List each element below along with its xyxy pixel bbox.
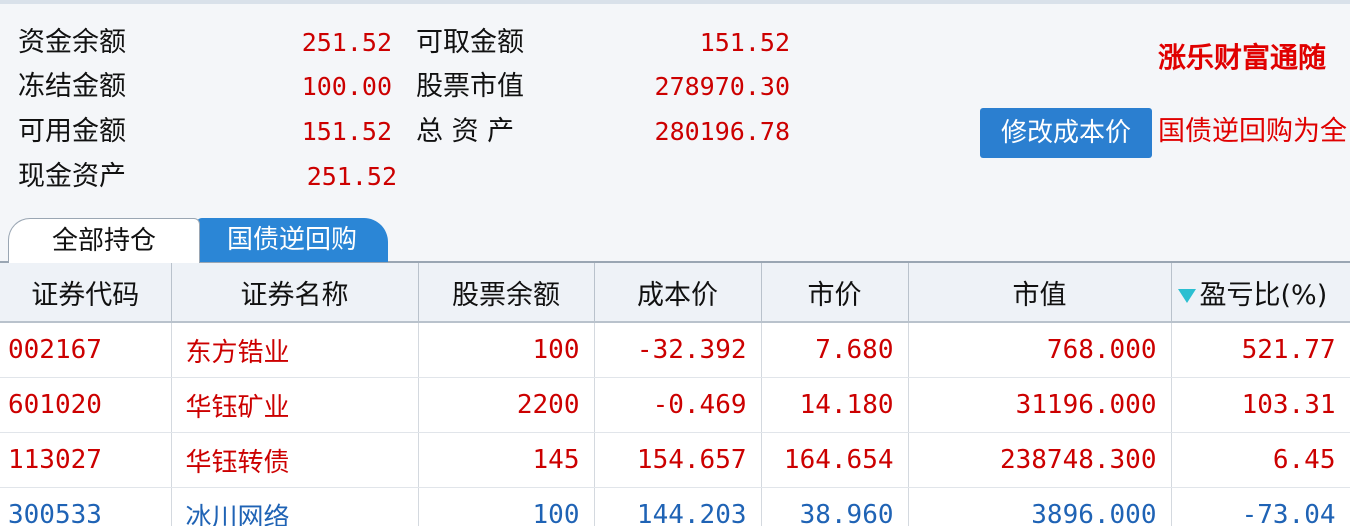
cell-pl-ratio: -73.04 bbox=[1171, 487, 1350, 526]
cell-name: 东方锆业 bbox=[171, 322, 419, 378]
available-label: 可用金额 bbox=[18, 116, 126, 147]
stock-value-label: 股票市值 bbox=[416, 71, 524, 102]
withdrawable-value: 151.52 bbox=[699, 28, 790, 57]
cell-name: 冰川网络 bbox=[171, 487, 419, 526]
modify-cost-button[interactable]: 修改成本价 bbox=[980, 108, 1152, 158]
cell-qty: 100 bbox=[418, 322, 595, 378]
available-value: 151.52 bbox=[301, 117, 392, 146]
cell-cost: 154.657 bbox=[594, 432, 762, 488]
cash-assets-value: 251.52 bbox=[306, 162, 397, 191]
cell-code: 002167 bbox=[0, 322, 172, 378]
cell-qty: 145 bbox=[418, 432, 595, 488]
table-row[interactable]: 300533 冰川网络 100 144.203 38.960 3896.000 -73.04 bbox=[0, 487, 1350, 526]
window-top-border bbox=[0, 0, 1350, 4]
tab-all-holdings[interactable]: 全部持仓 bbox=[8, 218, 200, 263]
header-code[interactable]: 证券代码 bbox=[0, 263, 172, 323]
cell-code: 113027 bbox=[0, 432, 172, 488]
table-row[interactable]: 002167 东方锆业 100 -32.392 7.680 768.000 521.77 bbox=[0, 322, 1350, 378]
header-name[interactable]: 证券名称 bbox=[171, 263, 419, 323]
cell-cost: -0.469 bbox=[594, 377, 762, 433]
cell-name: 华钰转债 bbox=[171, 432, 419, 488]
cell-price: 7.680 bbox=[761, 322, 909, 378]
total-assets-value: 280196.78 bbox=[654, 117, 790, 146]
header-pl-ratio[interactable]: 盈亏比(%) bbox=[1171, 263, 1350, 323]
brand-logo-text: 涨乐财富通随 bbox=[1158, 41, 1327, 74]
withdrawable-label: 可取金额 bbox=[416, 27, 524, 58]
stock-value-value: 278970.30 bbox=[654, 72, 790, 101]
header-cost[interactable]: 成本价 bbox=[594, 263, 762, 323]
cell-market-value: 31196.000 bbox=[908, 377, 1172, 433]
header-market-value[interactable]: 市值 bbox=[908, 263, 1172, 323]
table-header-row: 证券代码 证券名称 股票余额 成本价 市价 市值 盈亏比(%) bbox=[0, 263, 1350, 323]
cell-market-value: 768.000 bbox=[908, 322, 1172, 378]
tab-reverse-repo[interactable]: 国债逆回购 bbox=[196, 218, 388, 262]
cell-qty: 100 bbox=[418, 487, 595, 526]
cell-cost: 144.203 bbox=[594, 487, 762, 526]
fund-balance-label: 资金余额 bbox=[18, 27, 126, 58]
frozen-label: 冻结金额 bbox=[18, 71, 126, 102]
cell-name: 华钰矿业 bbox=[171, 377, 419, 433]
table-row[interactable]: 601020 华钰矿业 2200 -0.469 14.180 31196.000 103.3… bbox=[0, 377, 1350, 433]
frozen-value: 100.00 bbox=[301, 72, 392, 101]
holdings-window: 资金余额 251.52 可取金额 151.52 冻结金额 100.00 股票市值… bbox=[0, 0, 1350, 526]
header-qty[interactable]: 股票余额 bbox=[418, 263, 595, 323]
cell-code: 300533 bbox=[0, 487, 172, 526]
cell-pl-ratio: 6.45 bbox=[1171, 432, 1350, 488]
cell-price: 14.180 bbox=[761, 377, 909, 433]
cell-market-value: 238748.300 bbox=[908, 432, 1172, 488]
cash-assets-label: 现金资产 bbox=[18, 161, 126, 192]
total-assets-label: 总 资 产 bbox=[416, 116, 515, 147]
cell-price: 38.960 bbox=[761, 487, 909, 526]
table-row[interactable]: 113027 华钰转债 145 154.657 164.654 238748.300 6.4… bbox=[0, 432, 1350, 488]
promo-link[interactable]: 国债逆回购为全 bbox=[1158, 114, 1347, 150]
holdings-table: 证券代码 证券名称 股票余额 成本价 市价 市值 盈亏比(%) 002167 东方… bbox=[0, 263, 1350, 526]
cell-market-value: 3896.000 bbox=[908, 487, 1172, 526]
cell-cost: -32.392 bbox=[594, 322, 762, 378]
cell-qty: 2200 bbox=[418, 377, 595, 433]
sort-desc-icon bbox=[1177, 289, 1196, 303]
cell-pl-ratio: 103.31 bbox=[1171, 377, 1350, 433]
cell-code: 601020 bbox=[0, 377, 172, 433]
fund-balance-value: 251.52 bbox=[301, 28, 392, 57]
cell-pl-ratio: 521.77 bbox=[1171, 322, 1350, 378]
cell-price: 164.654 bbox=[761, 432, 909, 488]
header-price[interactable]: 市价 bbox=[761, 263, 909, 323]
header-pl-ratio-label: 盈亏比(%) bbox=[1199, 279, 1328, 311]
